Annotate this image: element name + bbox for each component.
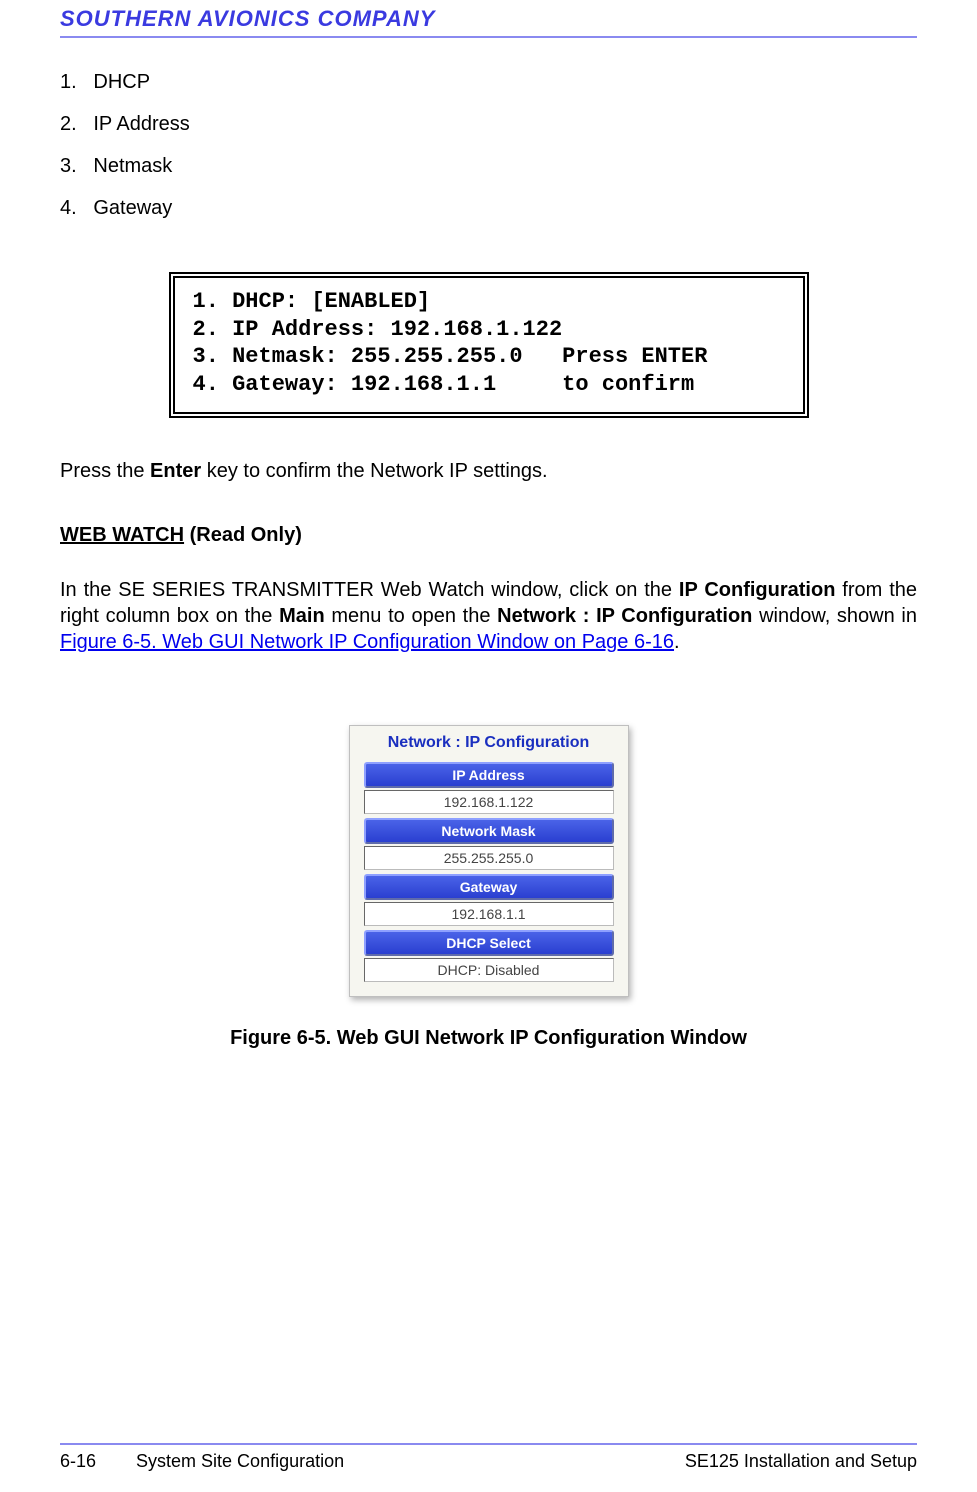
dhcp-select-value: DHCP: Disabled <box>364 958 614 982</box>
ip-address-button[interactable]: IP Address <box>364 762 614 788</box>
gateway-button[interactable]: Gateway <box>364 874 614 900</box>
text: menu to open the <box>325 605 497 627</box>
list-item: 2. IP Address <box>60 110 917 138</box>
panel-row: Network Mask 255.255.255.0 <box>364 818 614 870</box>
ip-address-value: 192.168.1.122 <box>364 790 614 814</box>
numbered-list: 1. DHCP 2. IP Address 3. Netmask 4. Gate… <box>60 68 917 222</box>
lcd-display: 1. DHCP: [ENABLED] 2. IP Address: 192.16… <box>169 272 809 418</box>
list-item-label: Netmask <box>93 155 172 177</box>
bold-text: Enter <box>150 460 201 482</box>
text: key to confirm the Network IP settings. <box>201 460 547 482</box>
text: In the SE SERIES TRANSMITTER Web Watch w… <box>60 579 679 601</box>
dhcp-select-button[interactable]: DHCP Select <box>364 930 614 956</box>
paragraph-press-enter: Press the Enter key to confirm the Netwo… <box>60 458 917 484</box>
bold-text: Network : IP Configuration <box>497 605 752 627</box>
panel-title: Network : IP Configuration <box>356 732 622 758</box>
list-item-num: 2. <box>60 113 77 135</box>
bold-text: Main <box>279 605 325 627</box>
lcd-line-3-left: 3. Netmask: 255.255.255.0 <box>193 344 523 369</box>
bold-text: IP Configuration <box>679 579 836 601</box>
list-item-label: Gateway <box>93 197 172 219</box>
figure-caption: Figure 6-5. Web GUI Network IP Configura… <box>60 1027 917 1050</box>
lcd-line-4-left: 4. Gateway: 192.168.1.1 <box>193 372 497 397</box>
paragraph-web-watch: In the SE SERIES TRANSMITTER Web Watch w… <box>60 577 917 655</box>
network-mask-value: 255.255.255.0 <box>364 846 614 870</box>
heading-suffix: (Read Only) <box>184 524 302 546</box>
figure-link[interactable]: Figure 6-5. Web GUI Network IP Configura… <box>60 631 674 653</box>
list-item: 4. Gateway <box>60 194 917 222</box>
list-item-num: 4. <box>60 197 77 219</box>
ip-config-panel: Network : IP Configuration IP Address 19… <box>349 725 629 997</box>
page-footer: 6-16 System Site Configuration SE125 Ins… <box>60 1443 917 1472</box>
footer-rule <box>60 1443 917 1445</box>
panel-row: IP Address 192.168.1.122 <box>364 762 614 814</box>
list-item-num: 3. <box>60 155 77 177</box>
list-item: 3. Netmask <box>60 152 917 180</box>
list-item-label: DHCP <box>93 71 150 93</box>
heading-underlined: WEB WATCH <box>60 524 184 546</box>
header-rule <box>60 36 917 38</box>
gateway-value: 192.168.1.1 <box>364 902 614 926</box>
footer-doc-title: SE125 Installation and Setup <box>685 1451 917 1472</box>
list-item-num: 1. <box>60 71 77 93</box>
lcd-line-3-right: Press ENTER <box>562 344 707 369</box>
lcd-line-1: 1. DHCP: [ENABLED] <box>193 289 431 314</box>
list-item: 1. DHCP <box>60 68 917 96</box>
lcd-line-2: 2. IP Address: 192.168.1.122 <box>193 317 563 342</box>
network-mask-button[interactable]: Network Mask <box>364 818 614 844</box>
lcd-line-4-right: to confirm <box>562 372 694 397</box>
page-number: 6-16 <box>60 1451 96 1472</box>
text: Press the <box>60 460 150 482</box>
list-item-label: IP Address <box>93 113 189 135</box>
section-heading: WEB WATCH (Read Only) <box>60 524 917 547</box>
text: window, shown in <box>752 605 917 627</box>
panel-row: Gateway 192.168.1.1 <box>364 874 614 926</box>
footer-section: System Site Configuration <box>136 1451 344 1472</box>
text: . <box>674 631 680 653</box>
panel-row: DHCP Select DHCP: Disabled <box>364 930 614 982</box>
company-header: SOUTHERN AVIONICS COMPANY <box>60 0 917 32</box>
